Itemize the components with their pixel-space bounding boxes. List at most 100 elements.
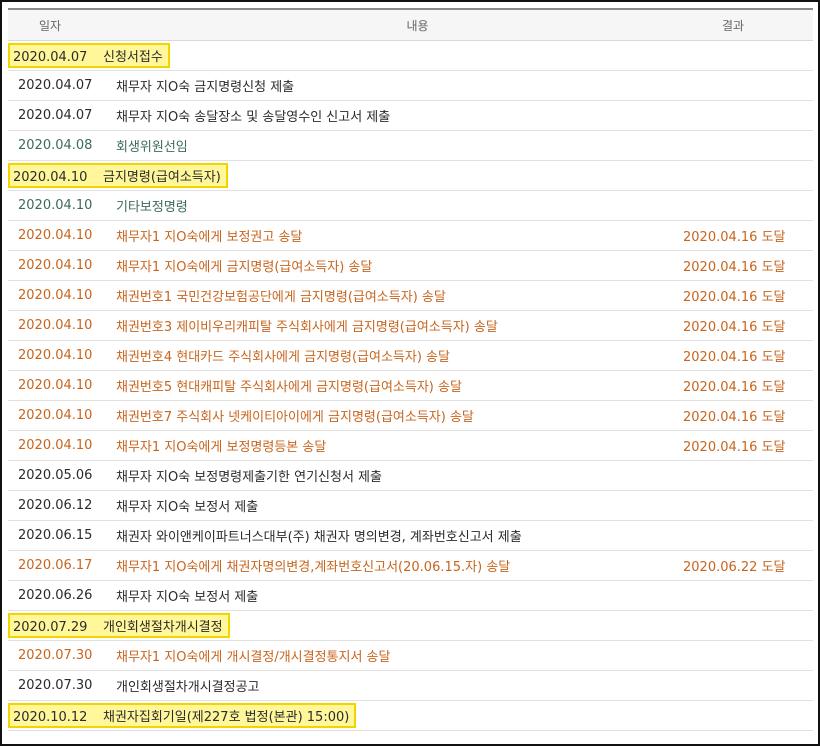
row-date-text: 2020.04.10 [13,170,88,185]
row-date: 2020.04.10 [8,438,101,453]
row-date-text: 2020.04.07 [18,78,93,93]
row-result: 2020.04.16 도달 [683,350,786,365]
row-content-text: 채권자 와이앤케이파트너스대부(주) 채권자 명의변경, 계좌번호신고서 제출 [116,530,522,545]
row-result: 2020.04.16 도달 [683,440,786,455]
table-row: 2020.04.07 채무자 지O숙 송달장소 및 송달영수인 신고서 제출 [8,101,813,131]
row-date: 2020.04.10 [8,288,101,303]
table-row: 2020.04.07 채무자 지O숙 금지명령신청 제출 [8,71,813,101]
table-row: 2020.10.12 채권자집회기일(제227호 법정(본관) 15:00) [7,701,813,731]
table-row: 2020.04.10 채권번호7 주식회사 넷케이티아이에게 금지명령(급여소득자… [8,401,813,431]
row-result: 2020.04.16 도달 [683,320,786,335]
row-content: 채권번호7 주식회사 넷케이티아이에게 금지명령(급여소득자) 송달 [101,406,683,425]
header-content: 내용 [406,18,429,33]
row-date: 2020.07.29 개인회생절차개시결정 [8,613,230,638]
row-content: 채무자1 지O숙에게 보정권고 송달 [101,226,683,245]
table-row: 2020.04.07 신청서접수 [8,41,813,71]
row-content: 채무자 지O숙 보정명령제출기한 연기신청서 제출 [101,466,683,485]
row-date-text: 2020.06.15 [18,528,93,543]
row-content: 채권자 와이앤케이파트너스대부(주) 채권자 명의변경, 계좌번호신고서 제출 [101,526,683,545]
table-row: 2020.04.10 채무자1 지O숙에게 금지명령(급여소득자) 송달 2020.… [8,251,813,281]
row-content: 채무자 지O숙 금지명령신청 제출 [101,76,683,95]
row-date: 2020.04.08 [8,138,101,153]
table-row: 2020.04.10 채권번호1 국민건강보험공단에게 금지명령(급여소득자) 송… [8,281,813,311]
row-date-text: 2020.07.30 [18,648,93,663]
row-content: 채권번호3 제이비우리캐피탈 주식회사에게 금지명령(급여소득자) 송달 [101,316,683,335]
row-date-text: 2020.04.10 [18,378,93,393]
row-content-text: 채무자 지O숙 금지명령신청 제출 [116,80,295,95]
row-content: 채권번호4 현대카드 주식회사에게 금지명령(급여소득자) 송달 [101,346,683,365]
row-content: 채무자 지O숙 보정서 제출 [101,496,683,515]
row-content: 채무자 지O숙 송달장소 및 송달영수인 신고서 제출 [101,106,683,125]
table-row: 2020.04.10 기타보정명령 [8,191,813,221]
row-date-text: 2020.04.10 [18,228,93,243]
highlight-marker: 2020.04.10 금지명령(급여소득자) [8,163,228,188]
row-date-text: 2020.04.07 [18,108,93,123]
row-content-text: 채권자집회기일(제227호 법정(본관) 15:00) [103,710,350,725]
row-date: 2020.04.07 [8,108,101,123]
row-date-text: 2020.04.07 [13,50,88,65]
row-content-text: 채무자1 지O숙에게 보정권고 송달 [116,230,303,245]
row-date: 2020.04.10 [8,198,101,213]
row-date: 2020.04.10 [8,258,101,273]
row-result: 2020.04.16 도달 [683,260,786,275]
row-date: 2020.05.06 [8,468,101,483]
row-content: 채무자 지O숙 보정서 제출 [101,586,683,605]
row-date: 2020.04.10 [8,318,101,333]
row-content-text: 채권번호4 현대카드 주식회사에게 금지명령(급여소득자) 송달 [116,350,450,365]
table-row: 2020.04.10 채무자1 지O숙에게 보정명령등본 송달 2020.04.16… [8,431,813,461]
table-row: 2020.04.10 채무자1 지O숙에게 보정권고 송달 2020.04.16 도… [8,221,813,251]
table-row: 2020.04.10 채권번호4 현대카드 주식회사에게 금지명령(급여소득자) … [8,341,813,371]
row-content: 채권번호1 국민건강보험공단에게 금지명령(급여소득자) 송달 [101,286,683,305]
row-content-text: 채권번호3 제이비우리캐피탈 주식회사에게 금지명령(급여소득자) 송달 [116,320,498,335]
row-date: 2020.04.10 금지명령(급여소득자) [8,163,228,188]
row-date-text: 2020.04.10 [18,348,93,363]
row-date: 2020.04.07 신청서접수 [8,43,170,68]
row-content-text: 채무자1 지O숙에게 채권자명의변경,계좌번호신고서(20.06.15.자) 송… [116,560,511,575]
table-row: 2020.06.17 채무자1 지O숙에게 채권자명의변경,계좌번호신고서(20.… [8,551,813,581]
header-result: 결과 [721,18,745,33]
row-content-text: 신청서접수 [103,50,163,65]
row-date: 2020.07.30 [8,678,101,693]
table-row: 2020.05.06 채무자 지O숙 보정명령제출기한 연기신청서 제출 [8,461,813,491]
row-date-text: 2020.10.12 [13,710,88,725]
row-date: 2020.06.26 [8,588,101,603]
row-result: 2020.04.16 도달 [683,410,786,425]
row-content: 개인회생절차개시결정공고 [101,676,683,695]
row-content-text: 채권번호1 국민건강보험공단에게 금지명령(급여소득자) 송달 [116,290,446,305]
row-content: 회생위원선임 [101,136,683,155]
highlight-marker: 2020.07.29 개인회생절차개시결정 [8,613,230,638]
header-date: 일자 [38,18,62,33]
row-date-text: 2020.06.26 [18,588,93,603]
row-date: 2020.04.10 [8,378,101,393]
row-content: 채무자1 지O숙에게 금지명령(급여소득자) 송달 [101,256,683,275]
row-content: 채무자1 지O숙에게 보정명령등본 송달 [101,436,683,455]
row-date-text: 2020.06.17 [18,558,93,573]
table-row: 2020.04.10 채권번호5 현대캐피탈 주식회사에게 금지명령(급여소득자)… [8,371,813,401]
row-content-text: 채권번호7 주식회사 넷케이티아이에게 금지명령(급여소득자) 송달 [116,410,474,425]
row-date: 2020.06.12 [8,498,101,513]
row-date: 2020.06.17 [8,558,101,573]
table-row: 2020.04.10 금지명령(급여소득자) [8,161,813,191]
row-date: 2020.10.12 채권자집회기일(제227호 법정(본관) 15:00) [7,703,357,728]
row-date: 2020.04.10 [8,228,101,243]
row-content-text: 채무자 지O숙 보정서 제출 [116,590,259,605]
table-row: 2020.07.29 개인회생절차개시결정 [8,611,813,641]
table-row: 2020.04.08 회생위원선임 [8,131,813,161]
row-result: 2020.04.16 도달 [683,290,786,305]
row-result: 2020.04.16 도달 [683,380,786,395]
row-content-text: 기타보정명령 [116,200,188,215]
table-row: 2020.07.30 채무자1 지O숙에게 개시결정/개시결정통지서 송달 [8,641,813,671]
row-content-text: 채무자1 지O숙에게 금지명령(급여소득자) 송달 [116,260,373,275]
row-date: 2020.04.10 [8,408,101,423]
table-row: 2020.06.26 채무자 지O숙 보정서 제출 [8,581,813,611]
row-result: 2020.06.22 도달 [683,560,786,575]
row-date-text: 2020.04.10 [18,408,93,423]
row-date-text: 2020.07.29 [13,620,88,635]
row-result: 2020.04.16 도달 [683,230,786,245]
row-date-text: 2020.07.30 [18,678,93,693]
row-content-text: 채무자 지O숙 보정명령제출기한 연기신청서 제출 [116,470,382,485]
row-content-text: 채무자1 지O숙에게 보정명령등본 송달 [116,440,327,455]
table-row: 2020.06.15 채권자 와이앤케이파트너스대부(주) 채권자 명의변경, 계… [8,521,813,551]
row-date-text: 2020.04.08 [18,138,93,153]
row-date: 2020.04.10 [8,348,101,363]
